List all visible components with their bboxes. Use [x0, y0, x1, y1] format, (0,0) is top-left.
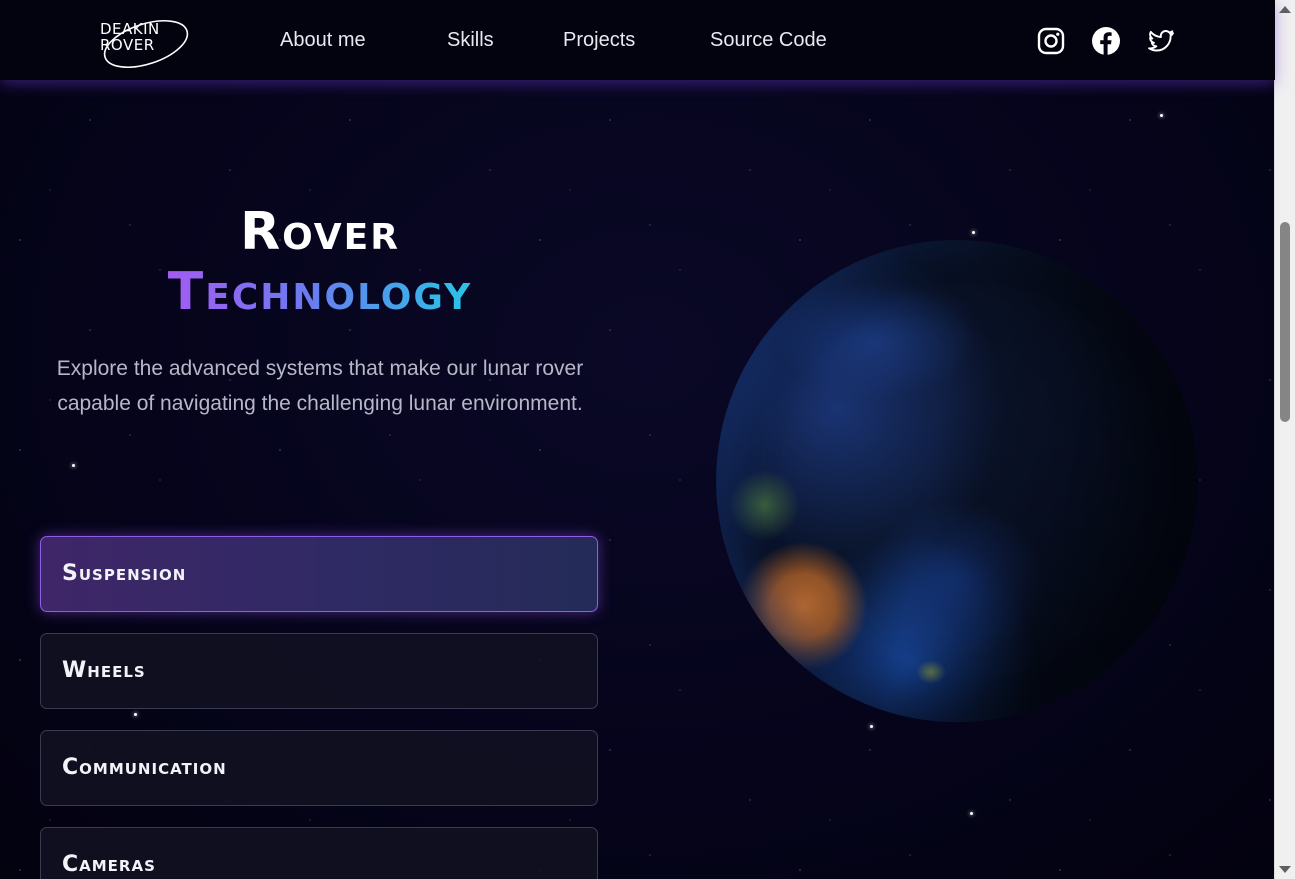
- star: [72, 464, 75, 467]
- tab-label: Cameras: [62, 852, 156, 877]
- tab-label: Communication: [62, 755, 227, 780]
- nav-link-about-me[interactable]: About me: [280, 29, 366, 52]
- page: DEAKIN ROVER About me Skills Projects So…: [0, 0, 1295, 879]
- hero-subtitle: Explore the advanced systems that make o…: [56, 357, 584, 415]
- hero-title-gradient-text: Technology: [167, 262, 473, 322]
- tab-label: Suspension: [62, 561, 187, 586]
- facebook-icon[interactable]: [1091, 26, 1121, 56]
- scroll-up-arrow-icon[interactable]: [1279, 6, 1291, 13]
- star: [972, 231, 975, 234]
- deakin-rover-logo[interactable]: DEAKIN ROVER: [98, 14, 190, 69]
- star: [134, 713, 137, 716]
- tab-label: Wheels: [62, 658, 146, 683]
- top-navbar: DEAKIN ROVER About me Skills Projects So…: [0, 0, 1275, 80]
- nav-link-source-code[interactable]: Source Code: [710, 29, 827, 52]
- tab-cameras[interactable]: Cameras: [40, 827, 598, 879]
- nav-link-skills[interactable]: Skills: [447, 29, 494, 52]
- instagram-icon[interactable]: [1036, 26, 1066, 56]
- logo-text-line1: DEAKIN: [100, 20, 160, 38]
- twitter-icon[interactable]: [1146, 26, 1176, 56]
- globe-shadow: [716, 240, 1198, 722]
- tab-communication[interactable]: Communication: [40, 730, 598, 806]
- star: [1160, 114, 1163, 117]
- star: [970, 812, 973, 815]
- tab-wheels[interactable]: Wheels: [40, 633, 598, 709]
- logo-text-line2: ROVER: [100, 36, 155, 54]
- vertical-scrollbar[interactable]: [1274, 0, 1295, 879]
- nav-link-projects[interactable]: Projects: [563, 29, 635, 52]
- hero-title-line2: Technology: [0, 262, 640, 322]
- scroll-down-arrow-icon[interactable]: [1279, 866, 1291, 873]
- earth-globe[interactable]: [716, 240, 1198, 722]
- scrollbar-thumb[interactable]: [1280, 222, 1290, 422]
- tab-suspension[interactable]: Suspension: [40, 536, 598, 612]
- star: [870, 725, 873, 728]
- hero-title-line1: Rover: [240, 202, 400, 262]
